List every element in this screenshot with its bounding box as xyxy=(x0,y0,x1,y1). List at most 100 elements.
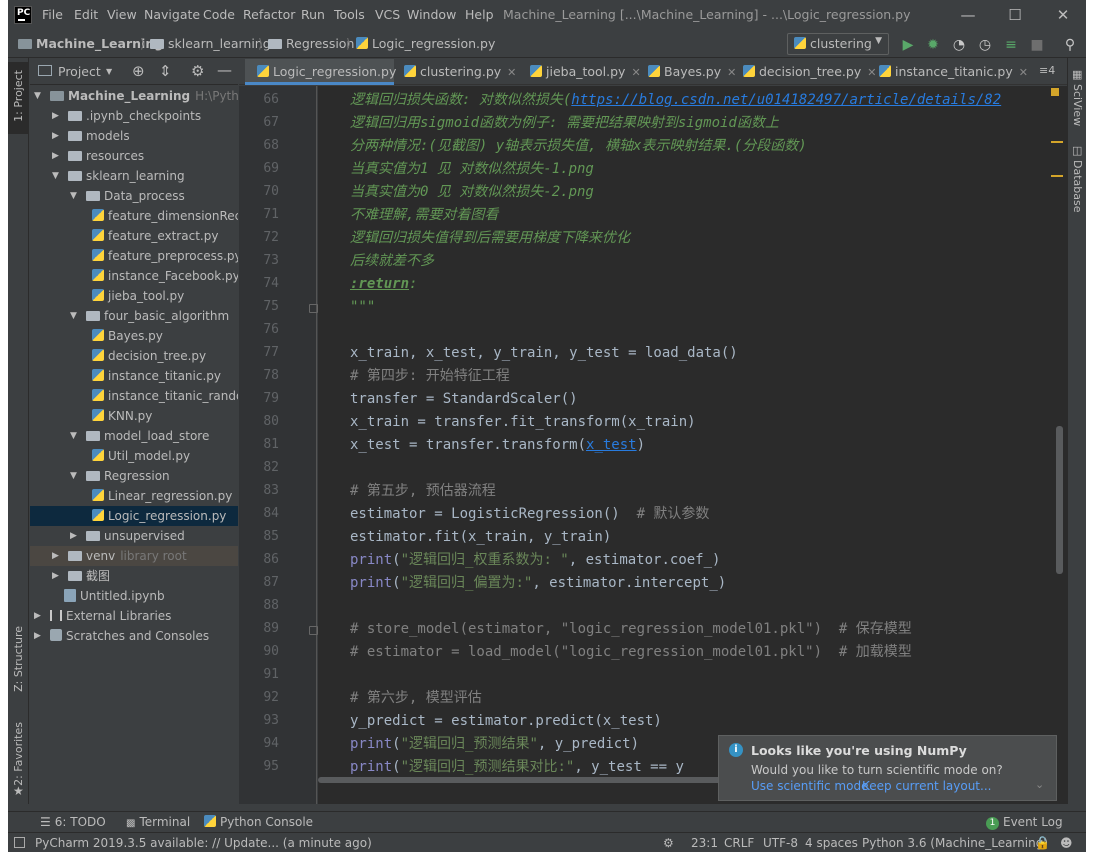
tree-item[interactable]: ▼ four_basic_algorithm xyxy=(30,306,238,326)
python-console-tool-button[interactable]: Python Console xyxy=(204,815,313,829)
toggle-tool-windows-icon[interactable] xyxy=(14,837,25,848)
locate-icon[interactable]: ⊕ xyxy=(132,62,145,80)
tree-item[interactable]: feature_dimensionRec xyxy=(30,206,238,226)
database-stripe-tab[interactable]: Database xyxy=(1071,160,1084,213)
structure-stripe-tab[interactable]: Z: Structure xyxy=(12,626,25,692)
collapsed-arrow-icon[interactable]: ▶ xyxy=(34,626,44,646)
tree-item[interactable]: ▶ Scratches and Consoles xyxy=(30,626,238,646)
inspection-warning-icon[interactable] xyxy=(1051,88,1059,96)
expanded-arrow-icon[interactable]: ▼ xyxy=(70,466,80,486)
tree-item[interactable]: jieba_tool.py xyxy=(30,286,238,306)
menu-navigate[interactable]: Navigate xyxy=(144,7,200,22)
menu-run[interactable]: Run xyxy=(301,7,325,22)
tree-item[interactable]: ▶ resources xyxy=(30,146,238,166)
close-tab-icon[interactable]: ✕ xyxy=(727,66,736,79)
profile-icon[interactable]: ◷ xyxy=(977,37,993,53)
tree-item[interactable]: ▼ Machine_Learning H:\Python_p xyxy=(30,86,238,106)
terminal-tool-button[interactable]: ▩ Terminal xyxy=(126,815,190,829)
tree-item[interactable]: ▶ models xyxy=(30,126,238,146)
close-tab-icon[interactable]: ✕ xyxy=(1019,66,1028,79)
tab-logic-regression[interactable]: Logic_regression.py✕ xyxy=(245,59,412,85)
menu-code[interactable]: Code xyxy=(203,7,235,22)
coverage-icon[interactable]: ◔ xyxy=(951,37,967,53)
tree-item[interactable]: Untitled.ipynb xyxy=(30,586,238,606)
tree-item[interactable]: instance_titanic_rando xyxy=(30,386,238,406)
todo-tool-button[interactable]: ☰ 6: TODO xyxy=(40,815,106,829)
tree-item[interactable]: instance_titanic.py xyxy=(30,366,238,386)
run-configuration-select[interactable]: clustering ▼ xyxy=(787,33,889,55)
collapsed-arrow-icon[interactable]: ▶ xyxy=(70,526,80,546)
project-stripe-tab[interactable]: 1: Project xyxy=(8,62,28,134)
tab-bayes[interactable]: Bayes.py ✕ xyxy=(648,59,736,85)
tree-item[interactable]: ▶ External Libraries xyxy=(30,606,238,626)
tree-item[interactable]: instance_Facebook.py xyxy=(30,266,238,286)
interpreter-selector[interactable]: Python 3.6 (Machine_Learning) xyxy=(862,836,1048,850)
warning-marker[interactable] xyxy=(1051,175,1063,177)
tree-item[interactable]: ▶ unsupervised xyxy=(30,526,238,546)
sciview-stripe-tab[interactable]: SciView xyxy=(1071,84,1084,126)
tree-item[interactable]: ▼ sklearn_learning xyxy=(30,166,238,186)
menu-view[interactable]: View xyxy=(107,7,137,22)
tree-item[interactable]: feature_preprocess.py xyxy=(30,246,238,266)
favorites-stripe-tab[interactable]: 2: Favorites xyxy=(12,722,25,786)
tree-item[interactable]: Logic_regression.py xyxy=(30,506,238,526)
file-encoding[interactable]: UTF-8 xyxy=(763,836,798,850)
run-icon[interactable]: ▶ xyxy=(900,37,916,53)
fold-marker-icon[interactable] xyxy=(309,304,318,313)
collapsed-arrow-icon[interactable]: ▶ xyxy=(52,546,62,566)
expanded-arrow-icon[interactable]: ▼ xyxy=(52,166,62,186)
collapsed-arrow-icon[interactable]: ▶ xyxy=(52,146,62,166)
stop-icon[interactable]: ■ xyxy=(1029,37,1045,53)
menu-edit[interactable]: Edit xyxy=(74,7,98,22)
tree-item[interactable]: Bayes.py xyxy=(30,326,238,346)
debug-icon[interactable]: ✹ xyxy=(925,37,941,53)
collapsed-arrow-icon[interactable]: ▶ xyxy=(52,566,62,586)
tree-item[interactable]: KNN.py xyxy=(30,406,238,426)
use-scientific-mode-link[interactable]: Use scientific mode xyxy=(751,779,868,793)
collapsed-arrow-icon[interactable]: ▶ xyxy=(52,106,62,126)
project-view-select[interactable]: Project xyxy=(58,64,101,79)
menu-vcs[interactable]: VCS xyxy=(375,7,400,22)
code-editor[interactable]: 逻辑回归损失函数: 对数似然损失(https://blog.csdn.net/u… xyxy=(318,86,1067,804)
tree-item[interactable]: ▶ venv library root xyxy=(30,546,238,566)
tree-item[interactable]: ▶ 截图 xyxy=(30,566,238,586)
inspector-icon[interactable]: ☻ xyxy=(1060,836,1073,850)
close-tab-icon[interactable]: ✕ xyxy=(867,66,876,79)
expanded-arrow-icon[interactable]: ▼ xyxy=(34,86,44,106)
tree-item[interactable]: decision_tree.py xyxy=(30,346,238,366)
git-status-icon[interactable]: ⚙ xyxy=(663,836,674,850)
tab-jieba-tool[interactable]: jieba_tool.py ✕ xyxy=(530,59,641,85)
expanded-arrow-icon[interactable]: ▼ xyxy=(70,186,80,206)
hide-panel-icon[interactable]: — xyxy=(217,61,232,79)
tree-item[interactable]: Linear_regression.py xyxy=(30,486,238,506)
fold-marker-icon[interactable] xyxy=(309,626,318,635)
menu-window[interactable]: Window xyxy=(407,7,456,22)
expanded-arrow-icon[interactable]: ▼ xyxy=(70,426,80,446)
breadcrumb-sklearn[interactable]: sklearn_learning xyxy=(150,36,271,51)
close-icon[interactable]: ✕ xyxy=(1048,4,1078,26)
tree-item[interactable]: ▼ Data_process xyxy=(30,186,238,206)
vertical-scrollbar[interactable] xyxy=(1056,426,1063,574)
event-log-tool-button[interactable]: 1 Event Log xyxy=(986,815,1063,830)
gear-icon[interactable]: ⚙ xyxy=(191,62,204,80)
line-separator[interactable]: CRLF xyxy=(724,836,754,850)
keep-layout-link[interactable]: Keep current layout... xyxy=(862,779,991,793)
search-icon[interactable]: ⚲ xyxy=(1062,37,1078,53)
minimize-icon[interactable]: — xyxy=(953,4,983,26)
concurrency-icon[interactable]: ≡ xyxy=(1003,37,1019,53)
breadcrumb-regression[interactable]: Regression xyxy=(268,36,354,51)
expanded-arrow-icon[interactable]: ▼ xyxy=(70,306,80,326)
tab-clustering[interactable]: clustering.py ✕ xyxy=(404,59,520,85)
tab-instance-titanic[interactable]: instance_titanic.py ✕ xyxy=(879,59,1031,85)
menu-refactor[interactable]: Refactor xyxy=(243,7,295,22)
tree-item[interactable]: ▼ model_load_store xyxy=(30,426,238,446)
docstring-link[interactable]: https://blog.csdn.net/u014182497/article… xyxy=(571,92,1001,108)
caret-position[interactable]: 23:1 xyxy=(691,836,718,850)
tree-item[interactable]: feature_extract.py xyxy=(30,226,238,246)
warning-marker[interactable] xyxy=(1051,141,1063,143)
menu-help[interactable]: Help xyxy=(465,7,494,22)
indent-setting[interactable]: 4 spaces xyxy=(805,836,858,850)
menu-file[interactable]: File xyxy=(42,7,63,22)
tabs-overflow-menu[interactable]: ≡4 xyxy=(1039,59,1063,85)
tab-decision-tree[interactable]: decision_tree.py ✕ xyxy=(743,59,876,85)
